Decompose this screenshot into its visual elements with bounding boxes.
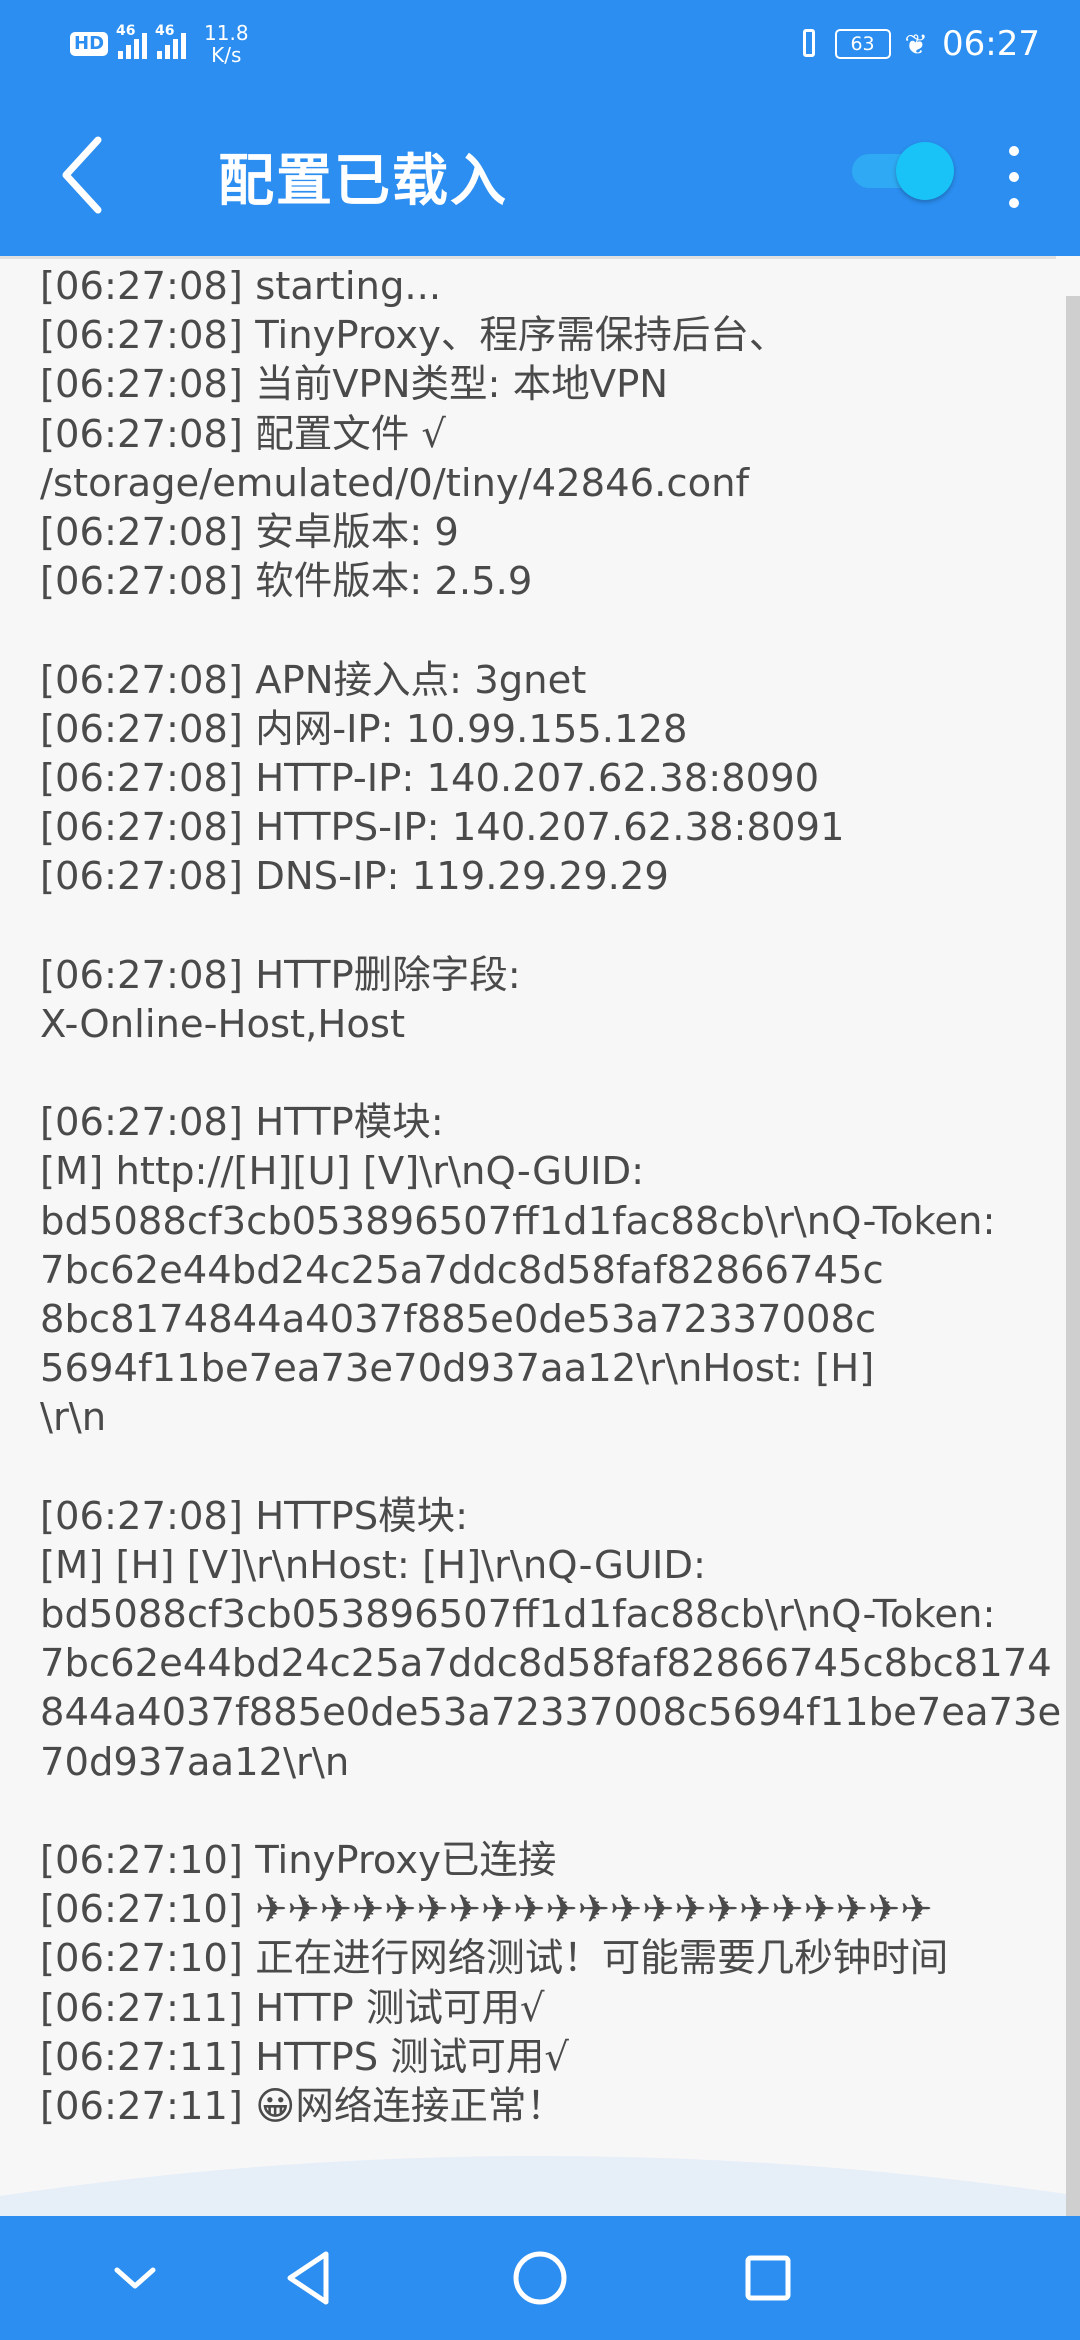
log-line: 7bc62e44bd24c25a7ddc8d58faf82866745c	[40, 1247, 884, 1293]
log-line: 5694f11be7ea73e70d937aa12\r\nHost: [H]	[40, 1346, 875, 1392]
log-line: [06:27:08] starting...	[40, 264, 442, 309]
battery-icon: 63	[834, 29, 891, 59]
sim2-label: 46	[155, 23, 175, 39]
vibrate-icon	[797, 27, 821, 61]
status-clock: 06:27	[942, 24, 1040, 64]
log-line: [M] [H] [V]\r\nHost: [H]\r\nQ-GUID:	[40, 1542, 706, 1588]
signal-icon: 46	[116, 23, 148, 59]
log-line: \r\n	[40, 1395, 107, 1441]
log-line: [06:27:11] 😀网络连接正常！	[40, 2083, 565, 2129]
more-options-button[interactable]	[994, 140, 1034, 216]
log-line: 7bc62e44bd24c25a7ddc8d58faf82866745c8bc8…	[40, 1641, 1052, 1687]
chevron-down-icon	[114, 2267, 156, 2289]
app-toolbar: 配置已载入	[0, 90, 1080, 256]
nav-home-button[interactable]	[500, 2238, 580, 2318]
log-blank-line	[40, 1787, 1050, 1836]
page-title: 配置已载入	[218, 149, 508, 214]
log-line: 70d937aa12\r\n	[40, 1739, 350, 1785]
log-line: X-Online-Host,Host	[40, 1001, 406, 1047]
signal-icon: 46	[155, 23, 187, 59]
log-line: [06:27:08] 内网-IP: 10.99.155.128	[40, 706, 688, 752]
sim1-label: 46	[116, 23, 136, 39]
log-line: [06:27:08] 软件版本: 2.5.9	[40, 559, 533, 605]
log-text: [06:27:08] starting... [06:27:08] TinyPro…	[40, 262, 1062, 2131]
speed-value: 11.8	[204, 21, 249, 45]
log-blank-line	[40, 901, 1050, 950]
log-line: bd5088cf3cb053896507ff1d1fac88cb\r\nQ-To…	[40, 1592, 996, 1638]
vpn-toggle[interactable]	[852, 140, 954, 200]
log-line: [06:27:10] TinyProxy已连接	[40, 1838, 557, 1883]
nav-hide-button[interactable]	[95, 2238, 175, 2318]
log-line: bd5088cf3cb053896507ff1d1fac88cb\r\nQ-To…	[40, 1198, 996, 1244]
log-line: [06:27:08] HTTP模块:	[40, 1100, 444, 1146]
log-line: [06:27:08] TinyProxy、程序需保持后台、	[40, 313, 788, 359]
network-speed: 11.8 K/s	[204, 22, 249, 66]
log-line: [06:27:11] HTTPS 测试可用√	[40, 2034, 569, 2080]
back-button[interactable]	[40, 130, 130, 220]
scrollbar[interactable]	[1066, 296, 1080, 2216]
log-line: [M] http://[H][U] [V]\r\nQ-GUID:	[40, 1149, 645, 1195]
log-line: /storage/emulated/0/tiny/42846.conf	[40, 460, 750, 506]
log-line: [06:27:08] 安卓版本: 9	[40, 509, 459, 555]
divider	[0, 256, 1056, 259]
log-line: [06:27:08] 配置文件 √	[40, 411, 446, 457]
log-line: [06:27:11] HTTP 测试可用√	[40, 1985, 545, 2031]
log-blank-line	[40, 1049, 1050, 1098]
status-bar: HD 46 46 11.8 K/s 63 ❦ 06:27	[0, 0, 1080, 90]
log-line: [06:27:08] DNS-IP: 119.29.29.29	[40, 854, 669, 900]
log-line: [06:27:10] 正在进行网络测试！可能需要几秒钟时间	[40, 1936, 949, 1982]
log-line: 844a4037f885e0de53a72337008c5694f11be7ea…	[40, 1690, 1062, 1736]
more-vert-dot	[1009, 198, 1019, 208]
log-line: [06:27:08] 当前VPN类型: 本地VPN	[40, 362, 669, 408]
leaf-icon: ❦	[904, 27, 929, 61]
back-arrow-icon	[62, 136, 102, 214]
log-blank-line	[40, 606, 1050, 655]
log-line: [06:27:08] HTTPS模块:	[40, 1493, 469, 1539]
hd-badge: HD	[70, 32, 109, 56]
bottom-wave-decoration	[0, 2156, 1080, 2216]
square-recent-icon	[745, 2255, 791, 2301]
system-nav-bar	[0, 2216, 1080, 2340]
log-line: 8bc8174844a4037f885e0de53a72337008c	[40, 1296, 877, 1342]
circle-home-icon	[513, 2251, 567, 2305]
more-vert-icon	[1009, 146, 1019, 156]
toggle-thumb	[896, 142, 954, 200]
speed-unit: K/s	[211, 43, 242, 67]
nav-back-button[interactable]	[270, 2238, 350, 2318]
status-right: 63 ❦ 06:27	[797, 24, 1040, 64]
log-line: [06:27:10] ✈✈✈✈✈✈✈✈✈✈✈✈✈✈✈✈✈✈✈✈✈	[40, 1887, 933, 1933]
more-vert-dot	[1009, 172, 1019, 182]
log-line: [06:27:08] HTTPS-IP: 140.207.62.38:8091	[40, 805, 845, 851]
log-line: [06:27:08] APN接入点: 3gnet	[40, 657, 587, 703]
log-line: [06:27:08] HTTP-IP: 140.207.62.38:8090	[40, 755, 820, 801]
log-blank-line	[40, 1443, 1050, 1492]
nav-recent-button[interactable]	[728, 2238, 808, 2318]
triangle-back-icon	[287, 2251, 329, 2305]
log-view[interactable]: [06:27:08] starting... [06:27:08] TinyPro…	[0, 256, 1080, 2216]
status-left: HD 46 46 11.8 K/s	[70, 22, 249, 66]
log-line: [06:27:08] HTTP删除字段:	[40, 952, 521, 998]
